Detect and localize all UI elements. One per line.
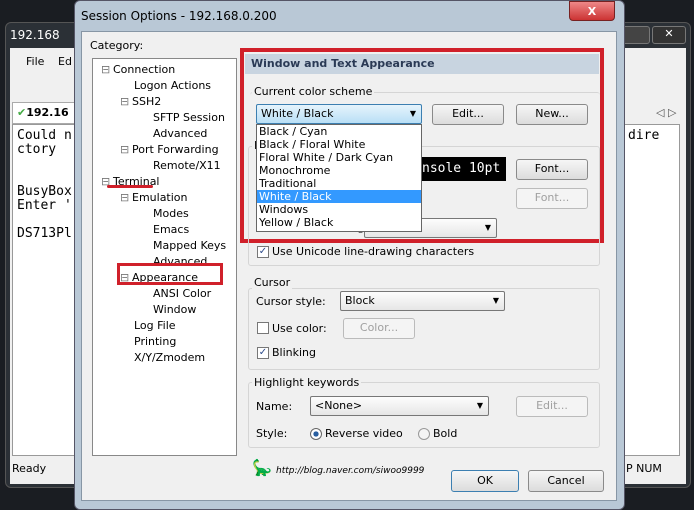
tab-scroll-arrows-icon[interactable]: ◁ ▷	[656, 106, 676, 119]
category-tree[interactable]: Connection ⊟ Logon Actions SSH2 ⊟ SFTP Sessio…	[92, 58, 237, 456]
use-color-label: Use color:	[272, 322, 327, 335]
dialog-title: Session Options - 192.168.0.200	[81, 9, 277, 23]
collapse-icon[interactable]: ⊟	[120, 191, 129, 204]
status-text: Ready	[12, 462, 47, 475]
background-window-title: 192.168	[10, 28, 60, 42]
tree-item[interactable]: X/Y/Zmodem	[134, 351, 205, 364]
keyword-edit-button[interactable]: Edit...	[516, 396, 588, 417]
menu-file[interactable]: File	[26, 55, 44, 68]
tree-item[interactable]: Remote/X11	[153, 159, 221, 172]
tree-item[interactable]: SFTP Session	[153, 111, 225, 124]
collapse-icon[interactable]: ⊟	[101, 63, 110, 76]
terminal-underline-annotation	[107, 185, 153, 188]
font-preview: nsole 10pt	[420, 157, 506, 181]
color-scheme-option[interactable]: Black / Floral White	[257, 138, 421, 151]
tree-item[interactable]: SSH2	[132, 95, 161, 108]
color-scheme-option[interactable]: Monochrome	[257, 164, 421, 177]
narrow-font-button[interactable]: Font...	[516, 188, 588, 209]
bold-label: Bold	[433, 427, 458, 440]
new-scheme-button[interactable]: New...	[516, 104, 588, 125]
tree-item[interactable]: Modes	[153, 207, 189, 220]
collapse-icon[interactable]: ⊟	[120, 95, 129, 108]
color-scheme-option[interactable]: Yellow / Black	[257, 216, 421, 229]
tree-item[interactable]: Port Forwarding	[132, 143, 219, 156]
menu-edit[interactable]: Ed	[58, 55, 72, 68]
color-scheme-option[interactable]: Windows	[257, 203, 421, 216]
ok-button[interactable]: OK	[451, 470, 519, 492]
dialog-close-button[interactable]: X	[569, 1, 615, 21]
cancel-button[interactable]: Cancel	[528, 470, 604, 492]
color-scheme-option[interactable]: Black / Cyan	[257, 125, 421, 138]
style-label: Style:	[256, 427, 288, 440]
tree-item[interactable]: ANSI Color	[153, 287, 211, 300]
tree-item[interactable]: Window	[153, 303, 196, 316]
tree-item[interactable]: Log File	[134, 319, 176, 332]
color-scheme-option[interactable]: Traditional	[257, 177, 421, 190]
cursor-style-label: Cursor style:	[256, 295, 326, 308]
check-icon: ✔	[17, 106, 27, 119]
unicode-label: Use Unicode line-drawing characters	[272, 245, 475, 258]
color-scheme-option[interactable]: White / Black	[257, 190, 421, 203]
tree-item[interactable]: Logon Actions	[134, 79, 211, 92]
cursor-style-select[interactable]: Block	[340, 291, 505, 311]
edit-scheme-button[interactable]: Edit...	[432, 104, 504, 125]
keyword-name-select[interactable]: <None>	[310, 396, 489, 416]
color-scheme-label: Current color scheme	[252, 85, 375, 98]
reverse-video-radio[interactable]	[310, 428, 322, 440]
tree-item[interactable]: Printing	[134, 335, 176, 348]
unicode-checkbox[interactable]: ✓	[257, 246, 269, 258]
color-scheme-dropdown-list[interactable]: Black / Cyan Black / Floral White Floral W…	[256, 124, 422, 232]
keyword-name-label: Name:	[256, 400, 293, 413]
blinking-label: Blinking	[272, 346, 317, 359]
highlight-group-label: Highlight keywords	[252, 376, 362, 389]
collapse-icon[interactable]: ⊟	[120, 143, 129, 156]
tree-item[interactable]: Emulation	[132, 191, 188, 204]
close-icon[interactable]: ✕	[652, 26, 686, 44]
panel-title: Window and Text Appearance	[245, 54, 599, 74]
terminal-text-right: dire	[628, 128, 660, 143]
font-button[interactable]: Font...	[516, 159, 588, 180]
reverse-video-label: Reverse video	[325, 427, 403, 440]
maximize-button[interactable]	[622, 26, 650, 44]
blinking-checkbox[interactable]: ✓	[257, 347, 269, 359]
cursor-group-label: Cursor	[252, 276, 293, 289]
watermark: http://blog.naver.com/siwoo9999	[276, 466, 425, 476]
tree-item[interactable]: Emacs	[153, 223, 189, 236]
tree-item[interactable]: Connection	[113, 63, 175, 76]
bold-radio[interactable]	[418, 428, 430, 440]
dinosaur-logo-icon: 🦕	[252, 458, 272, 477]
category-label: Category:	[90, 39, 144, 52]
status-right: P NUM	[626, 462, 662, 475]
session-tab[interactable]: ✔192.16	[12, 102, 80, 124]
appearance-annotation-box	[117, 263, 223, 285]
tree-item[interactable]: Advanced	[153, 127, 207, 140]
tree-item[interactable]: Mapped Keys	[153, 239, 226, 252]
use-color-checkbox[interactable]	[257, 322, 269, 334]
color-scheme-option[interactable]: Floral White / Dark Cyan	[257, 151, 421, 164]
color-scheme-select[interactable]: White / Black	[256, 104, 422, 124]
cursor-color-button[interactable]: Color...	[343, 318, 415, 339]
